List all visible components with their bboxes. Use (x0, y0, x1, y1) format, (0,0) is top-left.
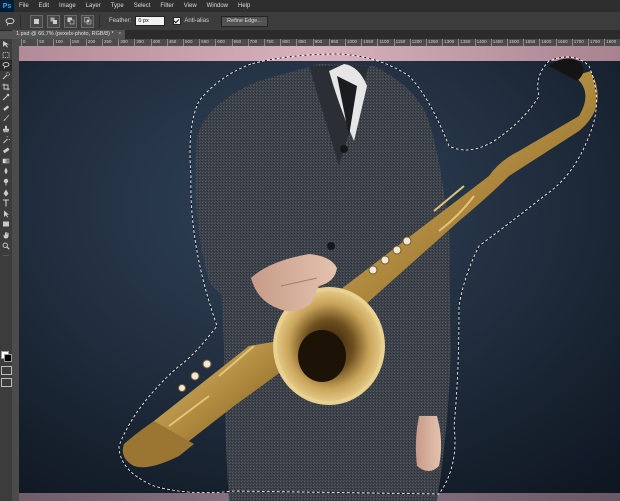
anti-alias-checkbox[interactable] (173, 17, 182, 25)
ruler-tick-label: 350 (134, 39, 144, 46)
path-selection-tool-icon[interactable] (0, 209, 12, 220)
close-icon[interactable]: × (118, 31, 121, 37)
ruler-tick-label: 800 (280, 39, 290, 46)
menu-type[interactable]: Type (106, 0, 129, 12)
ruler-tick-label: 1800 (604, 39, 617, 46)
ruler-tick-label: 850 (296, 39, 306, 46)
menu-filter[interactable]: Filter (155, 0, 178, 12)
ruler-tick-label: 1200 (409, 39, 422, 46)
add-to-selection-icon[interactable] (47, 14, 60, 28)
ruler-tick-label: 1500 (506, 39, 520, 46)
move-tool-icon[interactable] (0, 39, 12, 50)
menu-window[interactable]: Window (202, 0, 233, 12)
options-bar: Feather: 0 px Anti-alias Refine Edge... (0, 12, 620, 31)
subtract-from-selection-icon[interactable] (64, 14, 77, 28)
zoom-tool-icon[interactable] (0, 240, 12, 251)
ruler-tick-label: 200 (85, 39, 96, 46)
ruler-tick-label: 1600 (539, 39, 552, 46)
ruler-tick-label: 1450 (490, 39, 503, 46)
document-tab-bar: 1.psd @ 66,7% (pexels-photo, RGB/8) * × (12, 30, 620, 39)
ruler-tick-label: 1150 (393, 39, 406, 46)
ruler-tick-label: 250 (102, 39, 112, 46)
ruler-tick-label: 100 (53, 39, 63, 46)
type-tool-icon[interactable] (0, 198, 12, 209)
ruler-tick-label: 1000 (344, 39, 358, 46)
menu-file[interactable]: File (14, 0, 34, 12)
document-tab-title: 1.psd @ 66,7% (pexels-photo, RGB/8) * (16, 31, 114, 37)
menu-edit[interactable]: Edit (34, 0, 54, 12)
healing-brush-tool-icon[interactable] (0, 103, 12, 114)
marquee-tool-icon[interactable] (0, 50, 12, 61)
menu-view[interactable]: View (179, 0, 202, 12)
background-color-swatch[interactable] (4, 354, 12, 362)
new-selection-icon[interactable] (30, 14, 43, 28)
dodge-tool-icon[interactable] (0, 177, 12, 188)
ruler-tick-label: 750 (264, 39, 274, 46)
intersect-selection-icon[interactable] (81, 14, 94, 28)
gradient-tool-icon[interactable] (0, 156, 12, 167)
ruler-tick-label: 600 (215, 39, 225, 46)
ruler-tick-label: 1750 (587, 39, 601, 46)
eyedropper-tool-icon[interactable] (0, 92, 12, 103)
ruler-tick-label: 1650 (555, 39, 568, 46)
divider (20, 15, 21, 27)
quick-selection-tool-icon[interactable] (0, 71, 12, 82)
feather-label: Feather: (109, 18, 132, 24)
menu-layer[interactable]: Layer (81, 0, 106, 12)
divider (99, 15, 100, 27)
ruler-tick-label: 400 (150, 39, 161, 46)
ruler-tick-label: 1400 (474, 39, 487, 46)
ruler-tick-label: 1250 (425, 39, 439, 46)
refine-edge-button[interactable]: Refine Edge... (221, 15, 268, 27)
ruler-tick-label: 500 (183, 39, 193, 46)
photoshop-logo: Ps (0, 0, 14, 12)
ruler-tick-label: 1050 (361, 39, 374, 46)
ruler-tick-label: 0 (21, 39, 26, 46)
ruler-tick-label: 650 (231, 39, 242, 46)
document-canvas[interactable] (19, 46, 620, 501)
screen-mode-icon[interactable] (1, 378, 12, 387)
pen-tool-icon[interactable] (0, 187, 12, 198)
ruler-tick-label: 300 (118, 39, 128, 46)
ruler-tick-label: 1700 (571, 39, 584, 46)
ruler-tick-label: 1350 (458, 39, 471, 46)
hand-tool-icon[interactable] (0, 230, 12, 241)
feather-input[interactable]: 0 px (135, 16, 166, 26)
ruler-tick-label: 450 (166, 39, 177, 46)
menu-help[interactable]: Help (233, 0, 255, 12)
ruler-tick-label: 950 (328, 39, 339, 46)
lasso-preset-icon[interactable] (4, 16, 15, 27)
brush-tool-icon[interactable] (0, 113, 12, 124)
blur-tool-icon[interactable] (0, 166, 12, 177)
ruler-tick-label: 700 (247, 39, 258, 46)
ruler-tick-label: 1300 (442, 39, 455, 46)
crop-tool-icon[interactable] (0, 81, 12, 92)
ruler-tick-label: 50 (37, 39, 45, 46)
ruler-tick-label: 550 (199, 39, 209, 46)
anti-alias-label: Anti-alias (184, 18, 210, 24)
menu-image[interactable]: Image (54, 0, 81, 12)
more-tools-icon[interactable]: ··· (0, 251, 12, 262)
ruler-tick-label: 1100 (377, 39, 390, 46)
document-tab[interactable]: 1.psd @ 66,7% (pexels-photo, RGB/8) * × (12, 30, 126, 39)
ruler-tick-label: 900 (312, 39, 323, 46)
menu-bar: Ps File Edit Image Layer Type Select Fil… (0, 0, 620, 12)
menu-select[interactable]: Select (129, 0, 156, 12)
history-brush-tool-icon[interactable] (0, 134, 12, 145)
ruler-tick-label: 150 (69, 39, 80, 46)
canvas-image (19, 46, 620, 501)
shape-tool-icon[interactable] (0, 219, 12, 230)
clone-stamp-tool-icon[interactable] (0, 124, 12, 135)
ruler-tick-label: 1550 (523, 39, 536, 46)
eraser-tool-icon[interactable] (0, 145, 12, 156)
ruler-origin[interactable] (12, 39, 19, 46)
quick-mask-icon[interactable] (1, 366, 12, 375)
lasso-tool-icon[interactable] (0, 60, 12, 71)
